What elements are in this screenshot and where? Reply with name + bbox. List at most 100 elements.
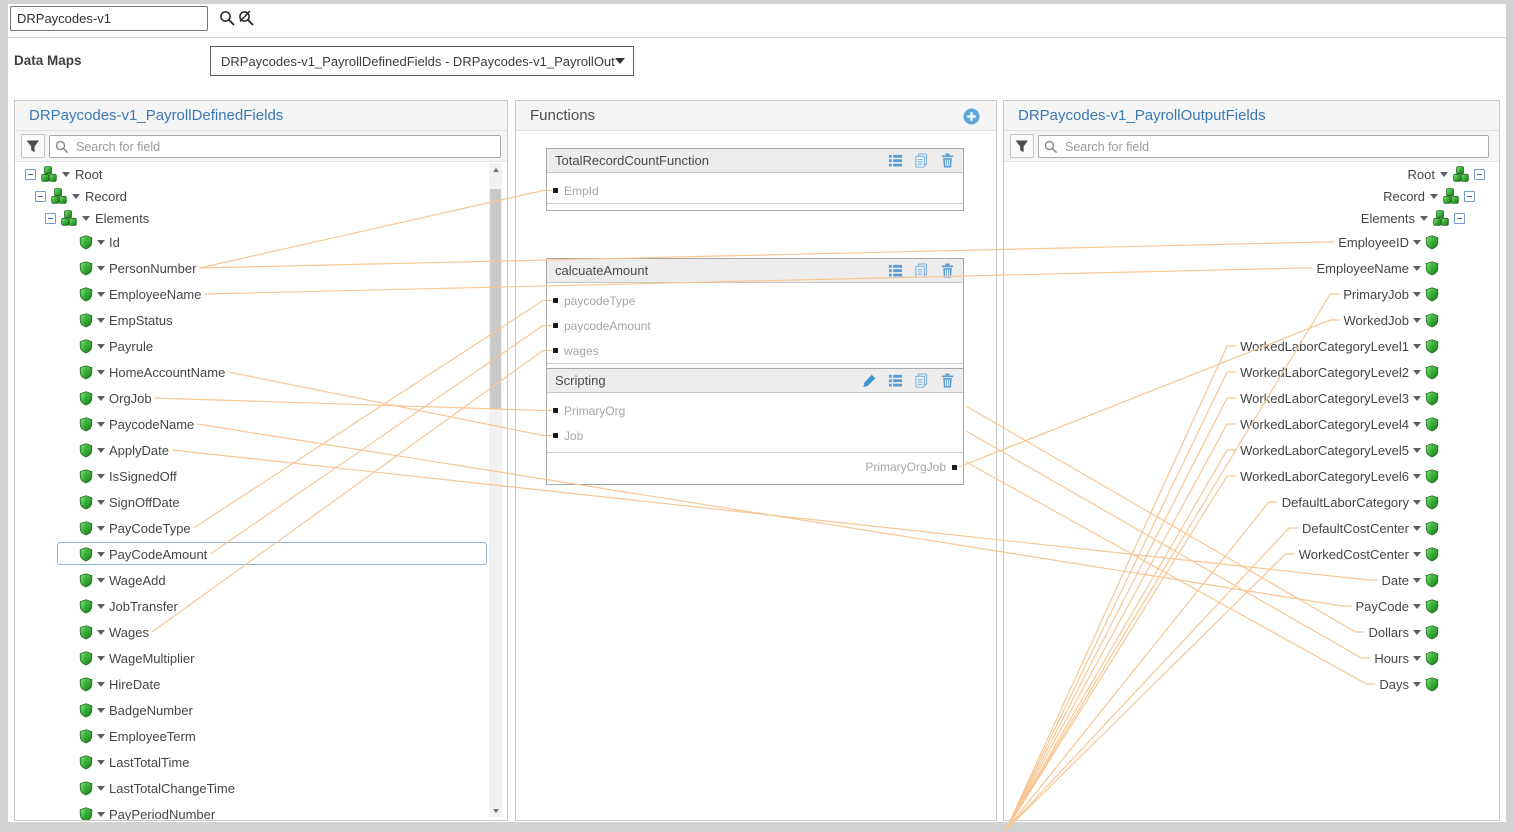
- chevron-down-icon[interactable]: [1420, 216, 1428, 221]
- input-port-marker[interactable]: [553, 323, 558, 328]
- function-box-Scripting[interactable]: Scripting PrimaryOrgJob PrimaryOrgJob: [546, 368, 964, 485]
- data-maps-select[interactable]: DRPaycodes-v1_PayrollDefinedFields - DRP…: [210, 46, 634, 76]
- input-port-marker[interactable]: [553, 298, 558, 303]
- copy-icon[interactable]: [914, 263, 929, 278]
- clear-search-icon[interactable]: [238, 10, 255, 27]
- chevron-down-icon[interactable]: [1413, 604, 1421, 609]
- left-field-OrgJob[interactable]: OrgJob: [15, 385, 507, 411]
- input-port-row[interactable]: paycodeType: [547, 288, 963, 313]
- collapse-expander-icon[interactable]: [1454, 213, 1465, 224]
- left-container-Elements[interactable]: Elements: [15, 207, 507, 229]
- chevron-down-icon[interactable]: [1413, 552, 1421, 557]
- field-search-input[interactable]: [49, 135, 501, 158]
- chevron-down-icon[interactable]: [1413, 630, 1421, 635]
- function-box-header[interactable]: Scripting: [547, 369, 963, 393]
- right-field-WorkedLaborCategoryLevel2[interactable]: WorkedLaborCategoryLevel2: [1004, 359, 1499, 385]
- collapse-expander-icon[interactable]: [1464, 191, 1475, 202]
- left-field-LastTotalChangeTime[interactable]: LastTotalChangeTime: [15, 775, 507, 801]
- global-search-input[interactable]: [10, 6, 208, 31]
- delete-icon[interactable]: [940, 153, 955, 168]
- right-field-WorkedJob[interactable]: WorkedJob: [1004, 307, 1499, 333]
- chevron-down-icon[interactable]: [97, 396, 105, 401]
- output-port-marker[interactable]: [952, 465, 957, 470]
- chevron-down-icon[interactable]: [1413, 292, 1421, 297]
- chevron-down-icon[interactable]: [1413, 396, 1421, 401]
- filter-funnel-button[interactable]: [21, 134, 45, 158]
- chevron-down-icon[interactable]: [97, 500, 105, 505]
- chevron-down-icon[interactable]: [62, 172, 70, 177]
- right-field-EmployeeID[interactable]: EmployeeID: [1004, 229, 1499, 255]
- chevron-down-icon[interactable]: [97, 812, 105, 817]
- left-field-Payrule[interactable]: Payrule: [15, 333, 507, 359]
- chevron-down-icon[interactable]: [72, 194, 80, 199]
- left-container-Root[interactable]: Root: [15, 163, 507, 185]
- input-port-marker[interactable]: [553, 408, 558, 413]
- chevron-down-icon[interactable]: [1413, 370, 1421, 375]
- chevron-down-icon[interactable]: [97, 266, 105, 271]
- right-field-EmployeeName[interactable]: EmployeeName: [1004, 255, 1499, 281]
- chevron-down-icon[interactable]: [97, 526, 105, 531]
- right-field-WorkedLaborCategoryLevel5[interactable]: WorkedLaborCategoryLevel5: [1004, 437, 1499, 463]
- copy-icon[interactable]: [914, 153, 929, 168]
- chevron-down-icon[interactable]: [97, 682, 105, 687]
- left-field-EmpStatus[interactable]: EmpStatus: [15, 307, 507, 333]
- chevron-down-icon[interactable]: [97, 474, 105, 479]
- right-field-Hours[interactable]: Hours: [1004, 645, 1499, 671]
- input-port-marker[interactable]: [553, 348, 558, 353]
- chevron-down-icon[interactable]: [82, 216, 90, 221]
- scrollbar-thumb[interactable]: [490, 189, 501, 409]
- right-field-WorkedCostCenter[interactable]: WorkedCostCenter: [1004, 541, 1499, 567]
- function-box-header[interactable]: TotalRecordCountFunction: [547, 149, 963, 173]
- right-field-Dollars[interactable]: Dollars: [1004, 619, 1499, 645]
- left-field-PayPeriodNumber[interactable]: PayPeriodNumber: [15, 801, 507, 821]
- delete-icon[interactable]: [940, 373, 955, 388]
- left-field-EmployeeTerm[interactable]: EmployeeTerm: [15, 723, 507, 749]
- function-box-calcuateAmount[interactable]: calcuateAmountpaycodeTypepaycodeAmountwa…: [546, 258, 964, 371]
- left-field-PayCodeAmount[interactable]: PayCodeAmount: [15, 541, 507, 567]
- list-icon[interactable]: [888, 263, 903, 278]
- chevron-down-icon[interactable]: [1430, 194, 1438, 199]
- scrollbar-down-button[interactable]: [489, 804, 502, 817]
- chevron-down-icon[interactable]: [1413, 448, 1421, 453]
- input-port-row[interactable]: Job: [547, 423, 963, 448]
- chevron-down-icon[interactable]: [97, 578, 105, 583]
- chevron-down-icon[interactable]: [97, 318, 105, 323]
- search-icon[interactable]: [219, 10, 236, 27]
- collapse-expander-icon[interactable]: [45, 213, 56, 224]
- input-port-row[interactable]: PrimaryOrg: [547, 398, 963, 423]
- chevron-down-icon[interactable]: [97, 552, 105, 557]
- right-container-Root[interactable]: Root: [1004, 163, 1499, 185]
- chevron-down-icon[interactable]: [1413, 240, 1421, 245]
- chevron-down-icon[interactable]: [97, 604, 105, 609]
- chevron-down-icon[interactable]: [97, 630, 105, 635]
- collapse-expander-icon[interactable]: [25, 169, 36, 180]
- filter-funnel-button[interactable]: [1010, 134, 1034, 158]
- chevron-down-icon[interactable]: [97, 292, 105, 297]
- delete-icon[interactable]: [940, 263, 955, 278]
- left-field-WageAdd[interactable]: WageAdd: [15, 567, 507, 593]
- left-field-ApplyDate[interactable]: ApplyDate: [15, 437, 507, 463]
- right-field-Date[interactable]: Date: [1004, 567, 1499, 593]
- chevron-down-icon[interactable]: [1413, 422, 1421, 427]
- left-field-HireDate[interactable]: HireDate: [15, 671, 507, 697]
- chevron-down-icon[interactable]: [97, 734, 105, 739]
- list-icon[interactable]: [888, 373, 903, 388]
- left-field-PersonNumber[interactable]: PersonNumber: [15, 255, 507, 281]
- chevron-down-icon[interactable]: [97, 370, 105, 375]
- left-field-LastTotalTime[interactable]: LastTotalTime: [15, 749, 507, 775]
- left-field-Wages[interactable]: Wages: [15, 619, 507, 645]
- output-port-row[interactable]: PrimaryOrgJob: [547, 453, 963, 481]
- chevron-down-icon[interactable]: [97, 708, 105, 713]
- left-field-SignOffDate[interactable]: SignOffDate: [15, 489, 507, 515]
- chevron-down-icon[interactable]: [97, 760, 105, 765]
- chevron-down-icon[interactable]: [1413, 474, 1421, 479]
- chevron-down-icon[interactable]: [1413, 266, 1421, 271]
- left-field-PayCodeType[interactable]: PayCodeType: [15, 515, 507, 541]
- collapse-expander-icon[interactable]: [1474, 169, 1485, 180]
- function-box-TotalRecordCountFunction[interactable]: TotalRecordCountFunctionEmpId: [546, 148, 964, 211]
- right-field-PrimaryJob[interactable]: PrimaryJob: [1004, 281, 1499, 307]
- chevron-down-icon[interactable]: [1413, 318, 1421, 323]
- scrollbar-up-button[interactable]: [489, 163, 502, 176]
- list-icon[interactable]: [888, 153, 903, 168]
- right-field-PayCode[interactable]: PayCode: [1004, 593, 1499, 619]
